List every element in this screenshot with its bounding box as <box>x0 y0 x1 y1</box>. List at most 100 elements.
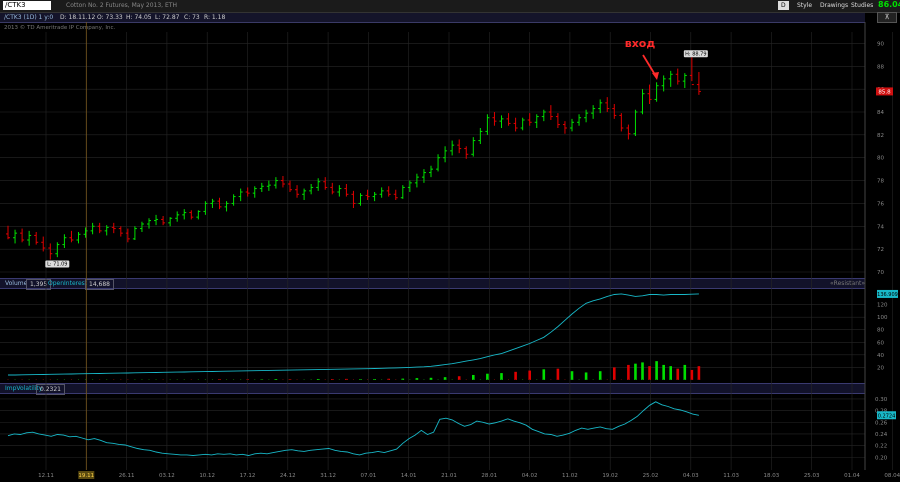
ohlc-bar <box>55 242 60 258</box>
ohlc-bar <box>90 222 95 235</box>
ohlc-bar <box>351 190 356 208</box>
volume-bar <box>690 369 694 380</box>
ohlc-bar <box>457 139 462 154</box>
ohlc-bar <box>76 232 81 244</box>
ohlc-bar <box>682 73 687 88</box>
ohlc-bar <box>196 210 201 220</box>
volume-bar <box>662 364 665 380</box>
ohlc-bar <box>189 210 194 220</box>
ohlc-bar <box>238 188 243 202</box>
volume-bar <box>648 366 651 380</box>
ohlc-bar <box>302 188 307 200</box>
ohlc-bar <box>612 104 617 119</box>
chart-window: /CTK3 Cotton No. 2 Futures, May 2013, ET… <box>0 0 900 482</box>
price-tick-label: 90 <box>877 41 884 47</box>
volume-tick-label: 120 <box>877 303 888 309</box>
ohlc-bar <box>400 185 405 199</box>
ohlc-bar <box>182 209 187 220</box>
price-tick-label: 82 <box>877 133 884 139</box>
price-tick-label: 72 <box>877 247 884 253</box>
ohlc-bar <box>393 189 398 200</box>
price-tick-label: 78 <box>877 179 884 185</box>
volume-bar <box>486 373 489 380</box>
volume-bar <box>669 366 672 380</box>
volume-bar <box>676 368 680 380</box>
price-bars <box>6 57 701 260</box>
volume-bar <box>697 366 701 380</box>
x-tick-label: 07.01 <box>361 473 377 479</box>
x-tick-label: 17.12 <box>240 473 256 479</box>
ohlc-bar <box>295 185 300 198</box>
ohlc-bar <box>111 222 116 234</box>
volume-bar <box>627 364 630 380</box>
x-tick-label: 18.03 <box>764 473 780 479</box>
x-tick-label: 25.03 <box>804 473 820 479</box>
x-tick-label: 14.01 <box>401 473 417 479</box>
volume-bar <box>542 369 546 380</box>
ohlc-bar <box>689 57 694 86</box>
volume-tick-label: 100 <box>877 315 888 321</box>
ohlc-bar <box>259 182 264 192</box>
ohlc-bar <box>598 99 603 114</box>
ohlc-bar <box>316 178 321 191</box>
ohlc-bar <box>132 226 137 240</box>
ohlc-bar <box>429 165 433 178</box>
x-tick-label: 08.04 <box>884 473 900 479</box>
volume-bar <box>641 362 644 380</box>
x-tick-label: 31.12 <box>320 473 336 479</box>
ohlc-bar <box>647 84 652 104</box>
ohlc-bar <box>147 218 151 229</box>
volume-bar <box>683 364 687 380</box>
ohlc-bar <box>266 180 271 191</box>
oi-last-label: 136.909 <box>877 292 898 298</box>
ohlc-bar <box>154 214 159 226</box>
volume-bar <box>634 363 637 380</box>
ohlc-bar <box>245 187 250 197</box>
ohlc-bar <box>168 217 173 227</box>
volume-tick-label: 20 <box>877 365 884 371</box>
ohlc-bar <box>309 184 314 195</box>
iv-tick-label: 0.24 <box>875 432 888 438</box>
ohlc-bar <box>358 193 363 206</box>
ohlc-bar <box>231 194 236 206</box>
ohlc-bar <box>379 187 384 198</box>
ohlc-bar <box>139 221 144 232</box>
ohlc-bar <box>605 97 610 112</box>
annotations: H: 88.79 L: 71.09 85.8 вход 136.909 0.2724 <box>45 37 898 420</box>
last-price-label: 85.8 <box>878 89 891 95</box>
x-tick-label: 11.03 <box>723 473 739 479</box>
volume-bar <box>570 371 574 380</box>
chart-svg: 7072747678808284868890204060801001200.20… <box>0 22 900 479</box>
volume-bar <box>556 368 560 380</box>
ohlc-bar <box>668 70 673 87</box>
x-tick-label: 21.01 <box>441 473 457 479</box>
price-tick-label: 80 <box>877 156 884 162</box>
ohlc-bar <box>161 216 166 226</box>
price-tick-label: 74 <box>877 224 884 230</box>
ohlc-bar <box>386 186 391 197</box>
x-tick-label: 12.11 <box>38 473 54 479</box>
ohlc-bar <box>640 89 645 115</box>
ohlc-bar <box>562 121 567 134</box>
ohlc-bar <box>478 128 483 144</box>
volume-panel <box>7 293 701 380</box>
volume-bar <box>655 361 658 380</box>
ohlc-bar <box>62 234 67 248</box>
entry-annotation: вход <box>625 37 656 50</box>
volume-bar <box>584 372 588 380</box>
volume-bar <box>514 371 517 380</box>
ohlc-bar <box>13 229 18 244</box>
ohlc-bar <box>273 177 278 189</box>
volume-bar <box>598 371 602 380</box>
ohlc-bar <box>654 82 659 102</box>
ohlc-bar <box>570 118 574 132</box>
ohlc-bar <box>280 176 285 188</box>
ohlc-bar <box>619 113 624 132</box>
volume-bar <box>500 373 503 380</box>
ohlc-bar <box>6 225 10 240</box>
entry-arrow-head <box>652 72 659 80</box>
ohlc-bar <box>520 117 525 131</box>
ohlc-bar <box>513 117 518 132</box>
iv-tick-label: 0.30 <box>875 397 888 403</box>
ohlc-bar <box>443 146 448 163</box>
